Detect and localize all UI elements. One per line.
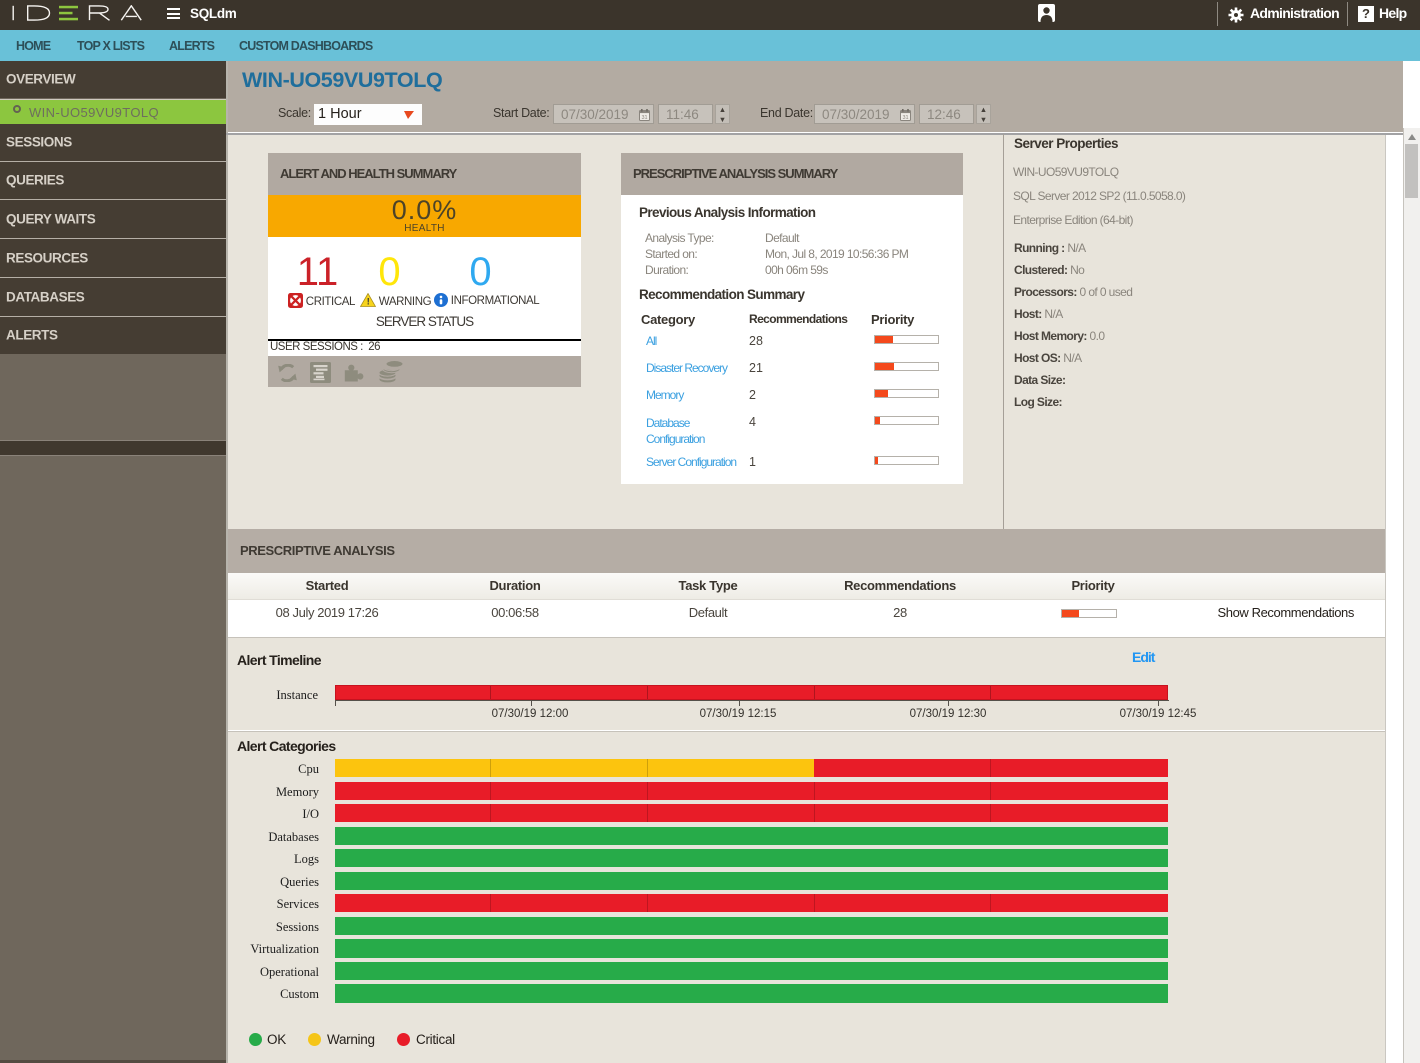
- svg-text:!: !: [367, 297, 370, 307]
- svg-text:31: 31: [902, 115, 908, 121]
- svg-text:31: 31: [641, 115, 647, 121]
